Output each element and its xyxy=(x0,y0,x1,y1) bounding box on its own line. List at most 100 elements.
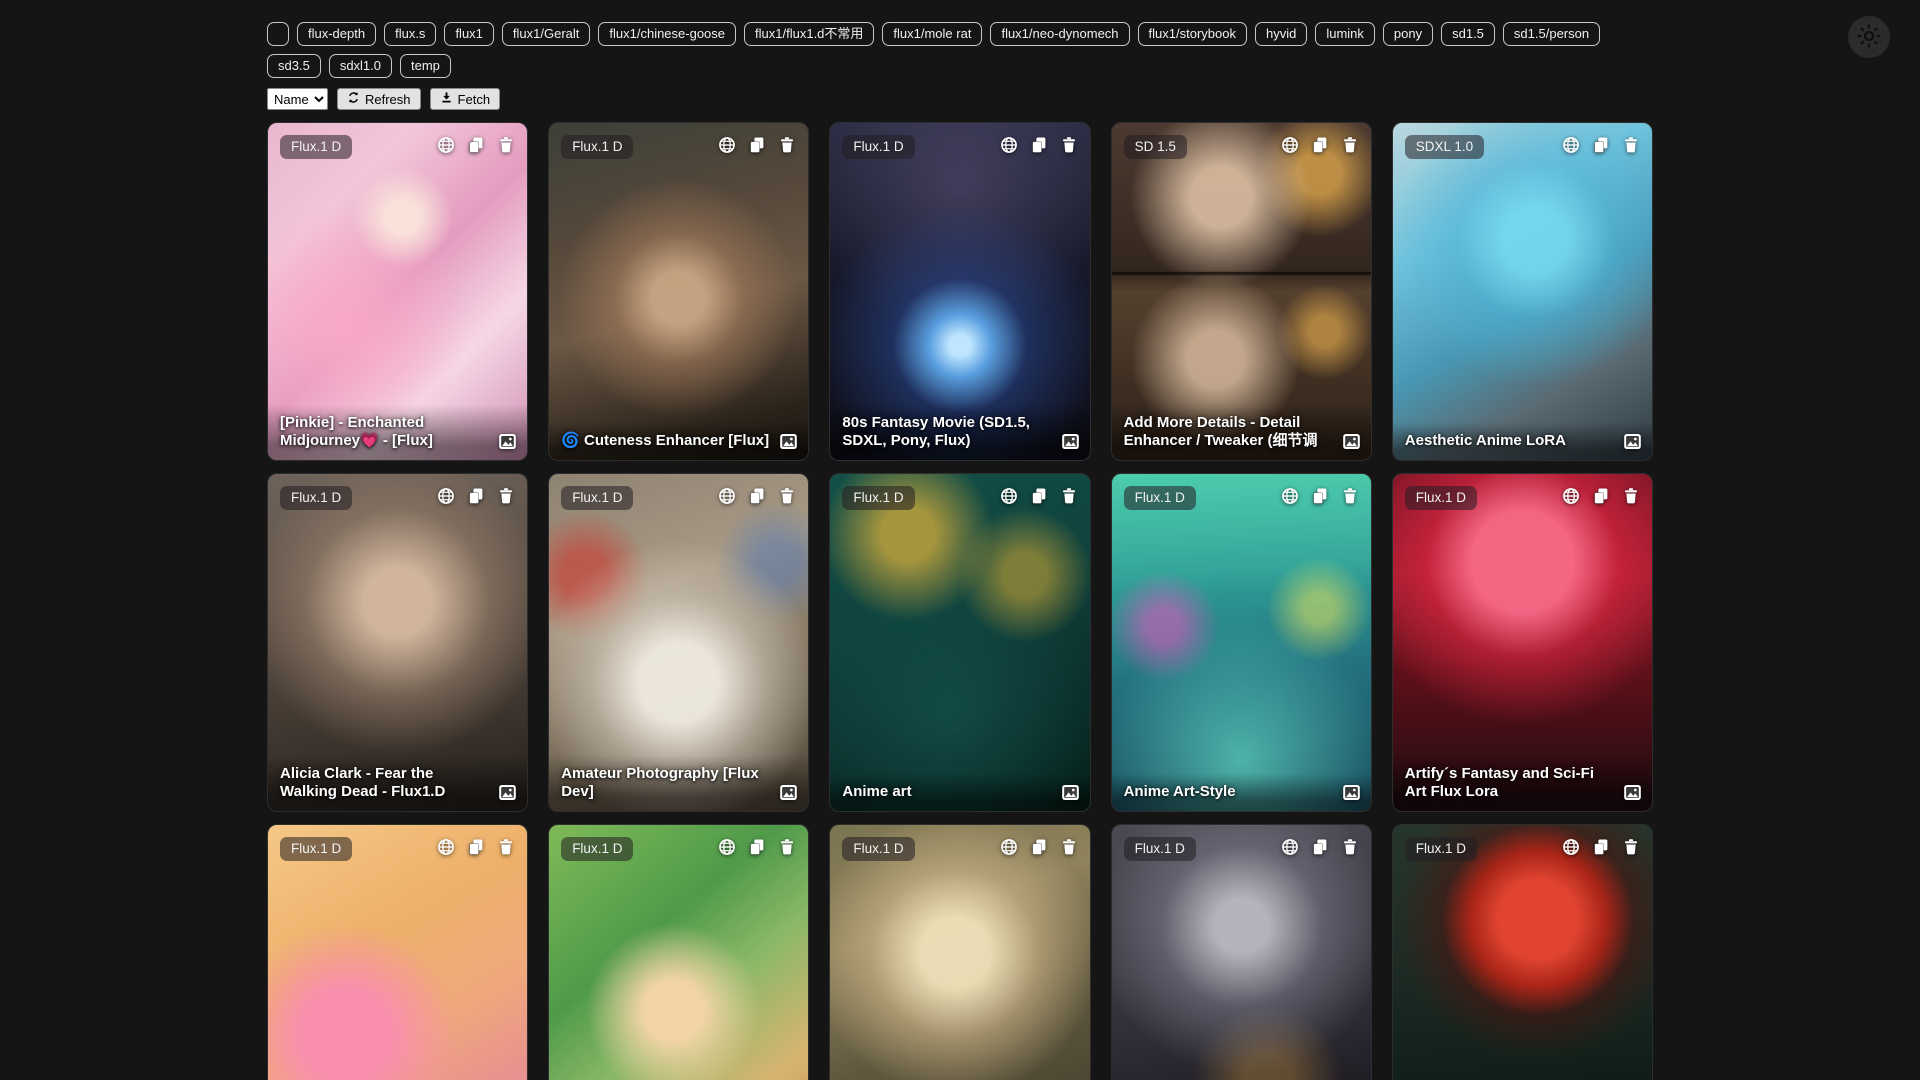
model-card[interactable]: Flux.1 D xyxy=(548,122,809,461)
model-card[interactable]: Flux.1 D xyxy=(829,122,1090,461)
model-card[interactable]: Flux.1 D xyxy=(829,824,1090,1080)
copy-icon[interactable] xyxy=(1592,487,1610,505)
trash-icon[interactable] xyxy=(1341,487,1359,505)
filter-tag-sd3.5[interactable]: sd3.5 xyxy=(267,54,321,78)
model-card[interactable]: Flux.1 D xyxy=(1111,473,1372,812)
globe-icon[interactable] xyxy=(718,136,736,154)
filter-tag-label: flux1/flux1.d不常用 xyxy=(755,26,863,41)
copy-icon[interactable] xyxy=(1030,838,1048,856)
image-icon[interactable] xyxy=(1342,432,1361,451)
trash-icon[interactable] xyxy=(1622,487,1640,505)
filter-tag-temp[interactable]: temp xyxy=(400,54,451,78)
trash-icon[interactable] xyxy=(1622,136,1640,154)
globe-icon[interactable] xyxy=(718,487,736,505)
card-action-icons xyxy=(718,136,796,154)
model-card[interactable]: Flux.1 D xyxy=(267,122,528,461)
filter-tag-sd1.5/person[interactable]: sd1.5/person xyxy=(1503,22,1600,46)
card-footer: Artify´s Fantasy and Sci-Fi Art Flux Lor… xyxy=(1393,755,1652,812)
globe-icon[interactable] xyxy=(1000,136,1018,154)
filter-tag-label: sdxl1.0 xyxy=(340,58,381,73)
model-card[interactable]: Flux.1 D xyxy=(1111,824,1372,1080)
copy-icon[interactable] xyxy=(1030,487,1048,505)
card-action-icons xyxy=(718,487,796,505)
theme-toggle-button[interactable] xyxy=(1848,16,1890,58)
copy-icon[interactable] xyxy=(467,487,485,505)
model-preview-image xyxy=(830,825,1089,1080)
image-icon[interactable] xyxy=(498,432,517,451)
filter-tag-flux1/storybook[interactable]: flux1/storybook xyxy=(1138,22,1247,46)
image-icon[interactable] xyxy=(779,432,798,451)
trash-icon[interactable] xyxy=(497,838,515,856)
filter-tag-flux1/Geralt[interactable]: flux1/Geralt xyxy=(502,22,590,46)
fetch-button[interactable]: Fetch xyxy=(430,88,501,110)
model-card[interactable]: SD 1.5 xyxy=(1111,122,1372,461)
image-icon[interactable] xyxy=(1061,783,1080,802)
image-icon[interactable] xyxy=(779,783,798,802)
filter-tag-flux1[interactable]: flux1 xyxy=(444,22,493,46)
globe-icon[interactable] xyxy=(1562,136,1580,154)
sort-select[interactable]: Name xyxy=(267,88,328,110)
trash-icon[interactable] xyxy=(778,487,796,505)
trash-icon[interactable] xyxy=(1622,838,1640,856)
image-icon[interactable] xyxy=(1623,432,1642,451)
copy-icon[interactable] xyxy=(748,136,766,154)
copy-icon[interactable] xyxy=(1311,487,1329,505)
filter-tag-flux1/flux1.d不常用[interactable]: flux1/flux1.d不常用 xyxy=(744,22,874,46)
globe-icon[interactable] xyxy=(1281,136,1299,154)
trash-icon[interactable] xyxy=(778,136,796,154)
trash-icon[interactable] xyxy=(497,136,515,154)
filter-tag-blank[interactable] xyxy=(267,22,289,46)
filter-tag-flux1/mole rat[interactable]: flux1/mole rat xyxy=(882,22,982,46)
globe-icon[interactable] xyxy=(718,838,736,856)
globe-icon[interactable] xyxy=(1281,838,1299,856)
globe-icon[interactable] xyxy=(437,487,455,505)
copy-icon[interactable] xyxy=(467,838,485,856)
model-card[interactable]: Flux.1 D xyxy=(829,473,1090,812)
filter-tag-pony[interactable]: pony xyxy=(1383,22,1433,46)
model-preview-image xyxy=(1112,825,1371,1080)
image-icon[interactable] xyxy=(1061,432,1080,451)
trash-icon[interactable] xyxy=(1060,136,1078,154)
copy-icon[interactable] xyxy=(467,136,485,154)
copy-icon[interactable] xyxy=(1311,136,1329,154)
globe-icon[interactable] xyxy=(1281,487,1299,505)
model-card[interactable]: Flux.1 D xyxy=(267,473,528,812)
image-icon[interactable] xyxy=(1623,783,1642,802)
filter-tag-flux-depth[interactable]: flux-depth xyxy=(297,22,376,46)
copy-icon[interactable] xyxy=(748,838,766,856)
refresh-button[interactable]: Refresh xyxy=(337,88,421,110)
globe-icon[interactable] xyxy=(1562,487,1580,505)
model-title: Anime Art-Style xyxy=(1124,783,1336,802)
globe-icon[interactable] xyxy=(437,838,455,856)
image-icon[interactable] xyxy=(498,783,517,802)
trash-icon[interactable] xyxy=(1060,487,1078,505)
trash-icon[interactable] xyxy=(497,487,515,505)
copy-icon[interactable] xyxy=(1592,838,1610,856)
copy-icon[interactable] xyxy=(1592,136,1610,154)
copy-icon[interactable] xyxy=(1311,838,1329,856)
model-card[interactable]: Flux.1 D xyxy=(267,824,528,1080)
trash-icon[interactable] xyxy=(1341,838,1359,856)
filter-tag-flux1/chinese-goose[interactable]: flux1/chinese-goose xyxy=(598,22,736,46)
model-card[interactable]: Flux.1 D xyxy=(1392,824,1653,1080)
trash-icon[interactable] xyxy=(1341,136,1359,154)
globe-icon[interactable] xyxy=(1562,838,1580,856)
filter-tag-flux.s[interactable]: flux.s xyxy=(384,22,436,46)
model-card[interactable]: Flux.1 D xyxy=(1392,473,1653,812)
filter-tag-flux1/neo-dynomech[interactable]: flux1/neo-dynomech xyxy=(990,22,1129,46)
trash-icon[interactable] xyxy=(778,838,796,856)
filter-tag-lumink[interactable]: lumink xyxy=(1315,22,1375,46)
image-icon[interactable] xyxy=(1342,783,1361,802)
copy-icon[interactable] xyxy=(1030,136,1048,154)
globe-icon[interactable] xyxy=(1000,487,1018,505)
filter-tag-sdxl1.0[interactable]: sdxl1.0 xyxy=(329,54,392,78)
model-card[interactable]: Flux.1 D xyxy=(548,824,809,1080)
globe-icon[interactable] xyxy=(1000,838,1018,856)
copy-icon[interactable] xyxy=(748,487,766,505)
trash-icon[interactable] xyxy=(1060,838,1078,856)
filter-tag-hyvid[interactable]: hyvid xyxy=(1255,22,1307,46)
globe-icon[interactable] xyxy=(437,136,455,154)
filter-tag-sd1.5[interactable]: sd1.5 xyxy=(1441,22,1495,46)
model-card[interactable]: SDXL 1.0 xyxy=(1392,122,1653,461)
model-card[interactable]: Flux.1 D xyxy=(548,473,809,812)
